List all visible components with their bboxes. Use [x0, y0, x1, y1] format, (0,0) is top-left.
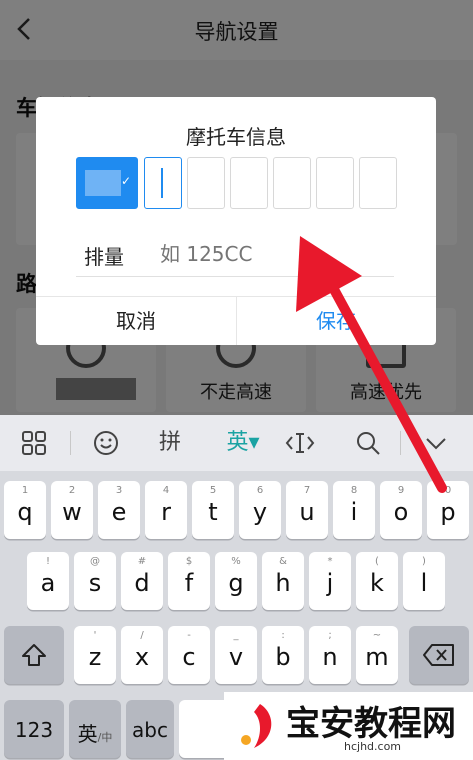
watermark-text: 宝安教程网 [286, 704, 456, 744]
watermark-subtext: hcjhd.com [344, 740, 402, 753]
annotation-arrow [296, 236, 447, 493]
watermark: 宝安教程网 hcjhd.com [224, 692, 473, 760]
watermark-logo-icon [241, 704, 272, 748]
